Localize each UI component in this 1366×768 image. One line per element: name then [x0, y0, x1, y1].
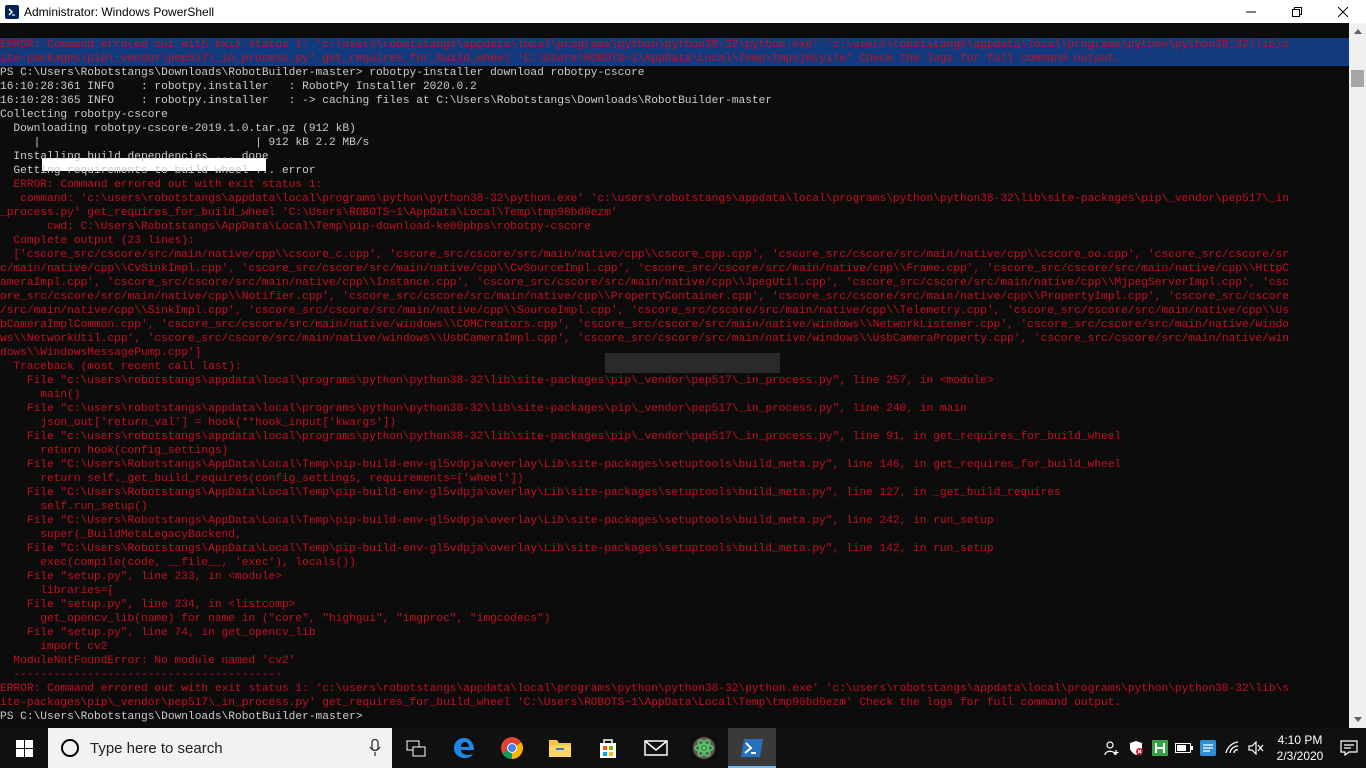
powershell-icon	[741, 739, 763, 757]
console-line: | | 912 kB 2.2 MB/s	[0, 137, 370, 149]
task-view-button[interactable]	[392, 728, 440, 768]
console-line: PS C:\Users\Robotstangs\Downloads\RobotB…	[0, 67, 645, 79]
console-line: ERROR: Command errored out with exit sta…	[0, 683, 1290, 695]
console-line: 16:10:28:361 INFO : robotpy.installer : …	[0, 81, 477, 93]
taskbar-search[interactable]: Type here to search	[48, 728, 392, 768]
app-tray-icon[interactable]	[1196, 728, 1220, 768]
console-line: json_out['return_val'] = hook(**hook_inp…	[0, 417, 397, 429]
console-line: Installing build dependencies ... done	[0, 151, 269, 163]
volume-muted-icon[interactable]	[1244, 728, 1268, 768]
chrome-button[interactable]	[488, 728, 536, 768]
scroll-thumb[interactable]	[1351, 70, 1364, 87]
console-line: File "c:\users\robotstangs\appdata\local…	[0, 375, 994, 387]
h-app-icon[interactable]	[1148, 728, 1172, 768]
wifi-icon[interactable]	[1220, 728, 1244, 768]
console-line: File "setup.py", line 233, in <module>	[0, 571, 282, 583]
battery-icon[interactable]	[1172, 728, 1196, 768]
console-line: c/main/native/cpp\\CvSinkImpl.cpp', 'csc…	[0, 263, 1290, 275]
scroll-down-arrow-icon[interactable]	[1349, 711, 1366, 728]
file-explorer-button[interactable]	[536, 728, 584, 768]
powershell-icon	[5, 4, 19, 19]
maximize-button[interactable]	[1274, 0, 1320, 23]
search-icon	[61, 739, 79, 757]
taskbar: Type here to search 4:10 PM 2/3/2020	[0, 728, 1366, 768]
console-output[interactable]: ERROR: Command errored out with exit sta…	[0, 23, 1349, 728]
security-shield-icon[interactable]	[1124, 728, 1148, 768]
console-line: Collecting robotpy-cscore	[0, 109, 168, 121]
window-title: Administrator: Windows PowerShell	[24, 4, 215, 19]
console-line: File "C:\Users\Robotstangs\AppData\Local…	[0, 487, 1061, 499]
chrome-icon	[501, 737, 523, 759]
console-line: main()	[0, 389, 81, 401]
edge-icon	[454, 738, 474, 758]
system-tray: 4:10 PM 2/3/2020	[1100, 728, 1366, 768]
microphone-icon[interactable]	[358, 739, 392, 757]
task-view-icon	[406, 740, 426, 757]
console-line: File "C:\Users\Robotstangs\AppData\Local…	[0, 459, 1122, 471]
console-line: import cv2	[0, 641, 108, 653]
console-line: self.run_setup()	[0, 501, 148, 513]
console-line: Traceback (most recent call last):	[0, 361, 242, 373]
console-line: libraries=[	[0, 585, 115, 597]
search-placeholder: Type here to search	[90, 739, 223, 757]
console-line: File "c:\users\robotstangs\appdata\local…	[0, 431, 1122, 443]
console-line: get_opencv_lib(name) for name in ("core"…	[0, 613, 551, 625]
console-line: File "C:\Users\Robotstangs\AppData\Local…	[0, 543, 994, 555]
console-line: File "C:\Users\Robotstangs\AppData\Local…	[0, 515, 994, 527]
console-line: ['cscore_src/cscore/src/main/native/cpp\…	[0, 249, 1290, 261]
taskbar-clock[interactable]: 4:10 PM 2/3/2020	[1268, 732, 1332, 764]
console-line: ameraImpl.cpp', 'cscore_src/cscore/src/m…	[0, 277, 1290, 289]
console-line: _process.py' get_requires_for_build_whee…	[0, 207, 618, 219]
store-button[interactable]	[584, 728, 632, 768]
console-line: bCameraImplCommon.cpp', 'cscore_src/csco…	[0, 319, 1290, 331]
console-line: /src/main/native/cpp\\SinkImpl.cpp', 'cs…	[0, 305, 1290, 317]
store-icon	[600, 739, 616, 758]
console-line: ERROR: Command errored out with exit sta…	[0, 38, 1349, 52]
console-line: Downloading robotpy-cscore-2019.1.0.tar.…	[0, 123, 356, 135]
action-center-button[interactable]	[1332, 728, 1366, 768]
vertical-scrollbar[interactable]	[1349, 23, 1366, 728]
mail-icon	[644, 740, 668, 756]
scroll-up-arrow-icon[interactable]	[1349, 23, 1366, 40]
clock-date: 2/3/2020	[1276, 749, 1324, 763]
console-line: PS C:\Users\Robotstangs\Downloads\RobotB…	[0, 711, 363, 723]
console-line: exec(compile(code, __file__, 'exec'), lo…	[0, 557, 356, 569]
console-line: File "c:\users\robotstangs\appdata\local…	[0, 403, 967, 415]
console-line: ws\\NetworkUtil.cpp', 'cscore_src/cscore…	[0, 333, 1290, 345]
powershell-taskbar-button[interactable]	[728, 728, 776, 768]
console-line: File "setup.py", line 234, in <listcomp>	[0, 599, 296, 611]
console-line: command: 'c:\users\robotstangs\appdata\l…	[0, 193, 1290, 205]
console-line: File "setup.py", line 74, in get_opencv_…	[0, 627, 316, 639]
console-line: ore_src/cscore/src/main/native/cpp\\Noti…	[0, 291, 1290, 303]
close-button[interactable]	[1320, 0, 1366, 23]
edge-button[interactable]	[440, 728, 488, 768]
console-line: ERROR: Command errored out with exit sta…	[0, 179, 323, 191]
console-line: Complete output (23 lines):	[0, 235, 195, 247]
mail-button[interactable]	[632, 728, 680, 768]
console-line: 16:10:28:365 INFO : robotpy.installer : …	[0, 95, 773, 107]
console-line: dows\\WindowsMessagePump.cpp']	[0, 347, 202, 359]
atom-icon	[693, 737, 715, 759]
console-line: return hook(config_settings)	[0, 445, 229, 457]
folder-icon	[549, 740, 571, 757]
console-line: ite-packages\pip\_vendor\pep517\_in_proc…	[0, 697, 1122, 709]
minimize-button[interactable]	[1228, 0, 1274, 23]
start-button[interactable]	[0, 728, 48, 768]
console-line: return self._get_build_requires(config_s…	[0, 473, 524, 485]
notification-icon	[1340, 740, 1358, 756]
console-line: ite-packages\pip\_vendor\pep517\_in_proc…	[0, 52, 1349, 66]
people-icon[interactable]	[1100, 728, 1124, 768]
windows-logo-icon	[15, 739, 33, 757]
console-line: ----------------------------------------	[0, 669, 282, 681]
console-line: cwd: C:\Users\Robotstangs\AppData\Local\…	[0, 221, 591, 233]
title-bar[interactable]: Administrator: Windows PowerShell	[0, 0, 1366, 24]
atom-button[interactable]	[680, 728, 728, 768]
clock-time: 4:10 PM	[1277, 733, 1323, 747]
console-line: Getting requirements to build wheel ... …	[0, 165, 316, 177]
console-line: super(_BuildMetaLegacyBackend,	[0, 529, 242, 541]
console-line: ModuleNotFoundError: No module named 'cv…	[0, 655, 296, 667]
